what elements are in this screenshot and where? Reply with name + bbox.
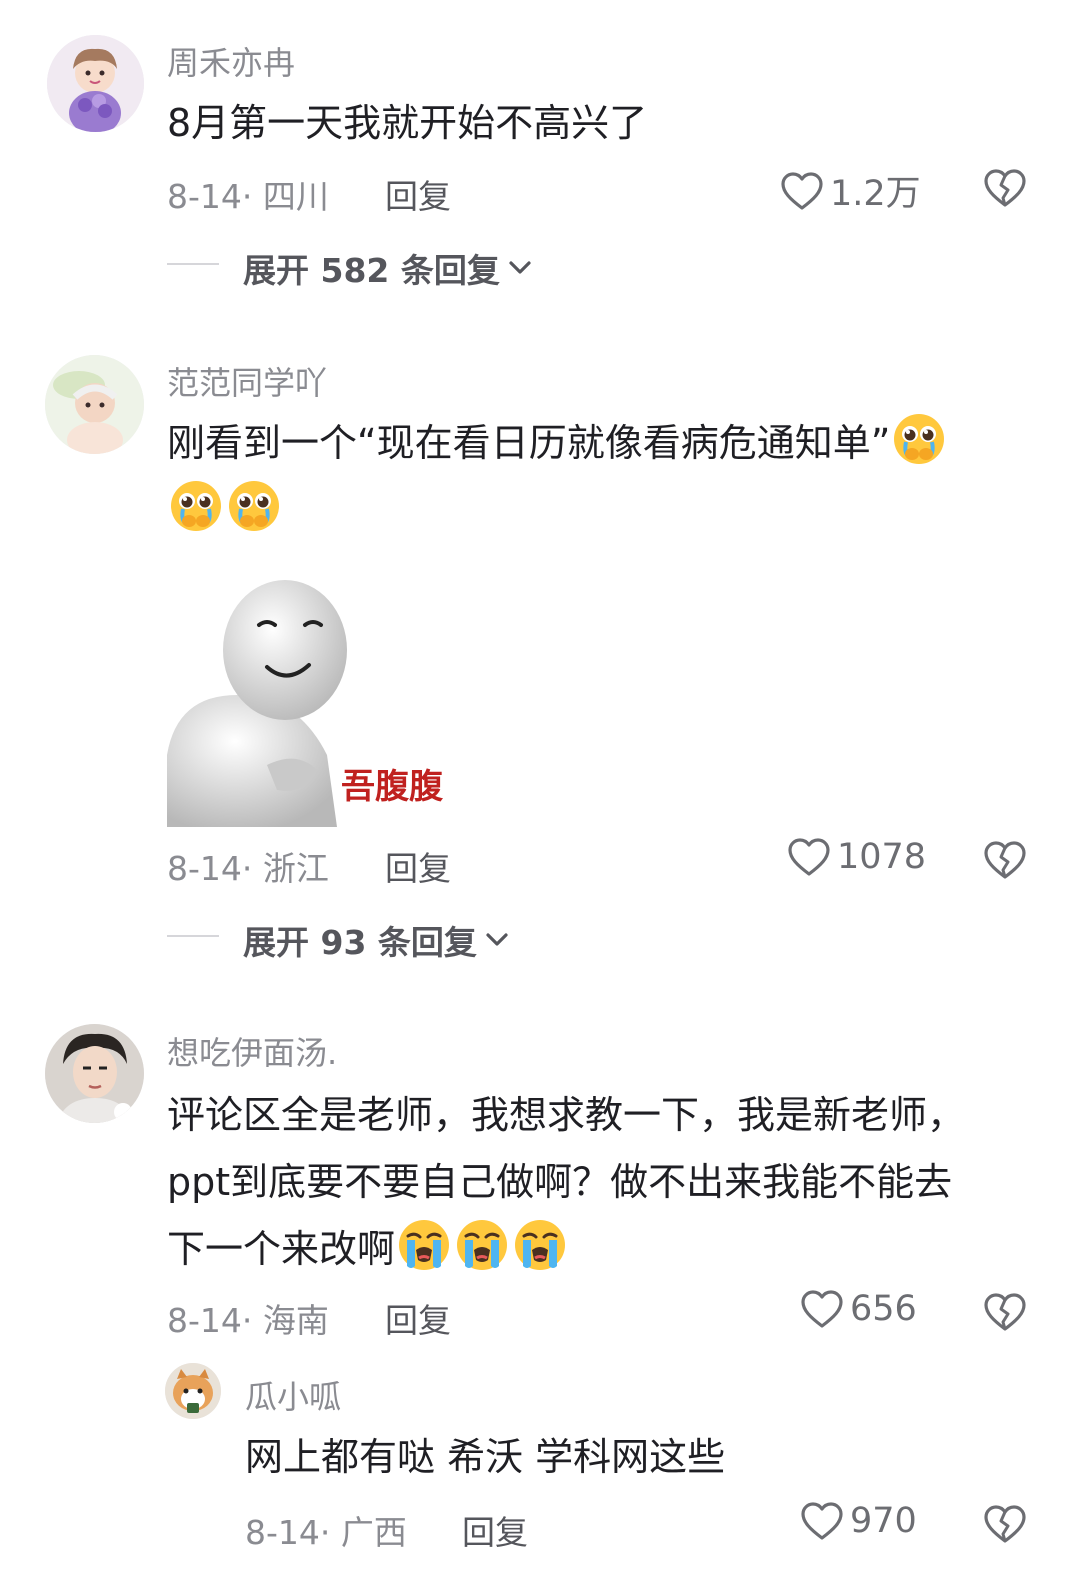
chevron-down-icon: [483, 929, 511, 951]
heart-outline-icon: [800, 1289, 844, 1329]
loudly-crying-face-emoji: [397, 1218, 451, 1272]
comment-date-location: 8-14· 海南: [167, 1301, 329, 1340]
expand-replies-button[interactable]: 展开 582 条回复: [243, 244, 534, 292]
sticker-image[interactable]: 吾腹腹: [167, 545, 452, 827]
username[interactable]: 想吃伊面汤.: [167, 1028, 337, 1074]
heart-outline-icon: [780, 171, 824, 211]
like-count: 1078: [837, 837, 927, 877]
like-button[interactable]: 1078: [787, 837, 926, 877]
comment-text-emojis: [167, 477, 283, 543]
divider: [167, 935, 219, 937]
broken-heart-icon[interactable]: [982, 1291, 1028, 1333]
comment-text-line: 评论区全是老师，我想求教一下，我是新老师，: [167, 1093, 966, 1137]
comment-text: 网上都有哒 希沃 学科网这些: [245, 1435, 726, 1479]
chevron-down-icon: [506, 257, 534, 279]
sticker-caption: 吾腹腹: [341, 767, 443, 807]
username[interactable]: 瓜小呱: [245, 1372, 341, 1418]
comment-text: 8月第一天我就开始不高兴了: [167, 101, 648, 145]
avatar[interactable]: [45, 1024, 144, 1123]
pleading-face-emoji: [227, 479, 281, 533]
comment-text-line: 下一个来改啊: [167, 1227, 396, 1271]
divider: [167, 263, 219, 265]
username[interactable]: 范范同学吖: [167, 358, 327, 404]
comment-item: 范范同学吖 刚看到一个“现在看日历就像看病危通知单” 吾腹腹 8-14· 浙江 …: [0, 320, 1080, 1000]
expand-replies-label: 展开 582 条回复: [243, 251, 500, 290]
reply-item: 瓜小呱 网上都有哒 希沃 学科网这些 8-14· 广西 回复 970: [0, 1360, 1080, 1577]
username[interactable]: 周禾亦冉: [167, 38, 295, 84]
reply-button[interactable]: 回复: [462, 1506, 528, 1554]
loudly-crying-face-emoji: [513, 1218, 567, 1272]
heart-outline-icon: [787, 837, 831, 877]
expand-replies-button[interactable]: 展开 93 条回复: [243, 916, 511, 964]
avatar[interactable]: [45, 355, 144, 454]
reply-button[interactable]: 回复: [385, 842, 451, 890]
comment-date-location: 8-14· 浙江: [167, 849, 329, 888]
comment-item: 想吃伊面汤. 评论区全是老师，我想求教一下，我是新老师， ppt到底要不要自己做…: [0, 1000, 1080, 1577]
comment-text-line: 刚看到一个“现在看日历就像看病危通知单”: [167, 421, 891, 465]
broken-heart-icon[interactable]: [982, 1503, 1028, 1545]
expand-replies-label: 展开 93 条回复: [243, 923, 477, 962]
comment-item: 周禾亦冉 8月第一天我就开始不高兴了 8-14· 四川 回复 1.2万 展开 5…: [0, 0, 1080, 320]
broken-heart-icon[interactable]: [982, 839, 1028, 881]
like-button[interactable]: 970: [800, 1501, 917, 1541]
reply-button[interactable]: 回复: [385, 170, 451, 218]
comment-text-line: ppt到底要不要自己做啊？做不出来我能不能去: [167, 1160, 953, 1204]
avatar[interactable]: [47, 35, 144, 132]
like-count: 1.2万: [830, 174, 921, 214]
reply-button[interactable]: 回复: [385, 1294, 451, 1342]
like-button[interactable]: 656: [800, 1289, 917, 1329]
loudly-crying-face-emoji: [455, 1218, 509, 1272]
comment-text: 下一个来改啊: [167, 1216, 569, 1282]
like-count: 970: [850, 1501, 917, 1541]
pleading-face-emoji: [892, 412, 946, 466]
comment-text: 刚看到一个“现在看日历就像看病危通知单”: [167, 410, 948, 476]
avatar[interactable]: [165, 1363, 221, 1419]
comment-date-location: 8-14· 广西: [245, 1513, 407, 1552]
pleading-face-emoji: [169, 479, 223, 533]
comment-date-location: 8-14· 四川: [167, 177, 329, 216]
like-count: 656: [850, 1289, 917, 1329]
broken-heart-icon[interactable]: [982, 167, 1028, 209]
like-button[interactable]: 1.2万: [780, 165, 921, 216]
heart-outline-icon: [800, 1501, 844, 1541]
